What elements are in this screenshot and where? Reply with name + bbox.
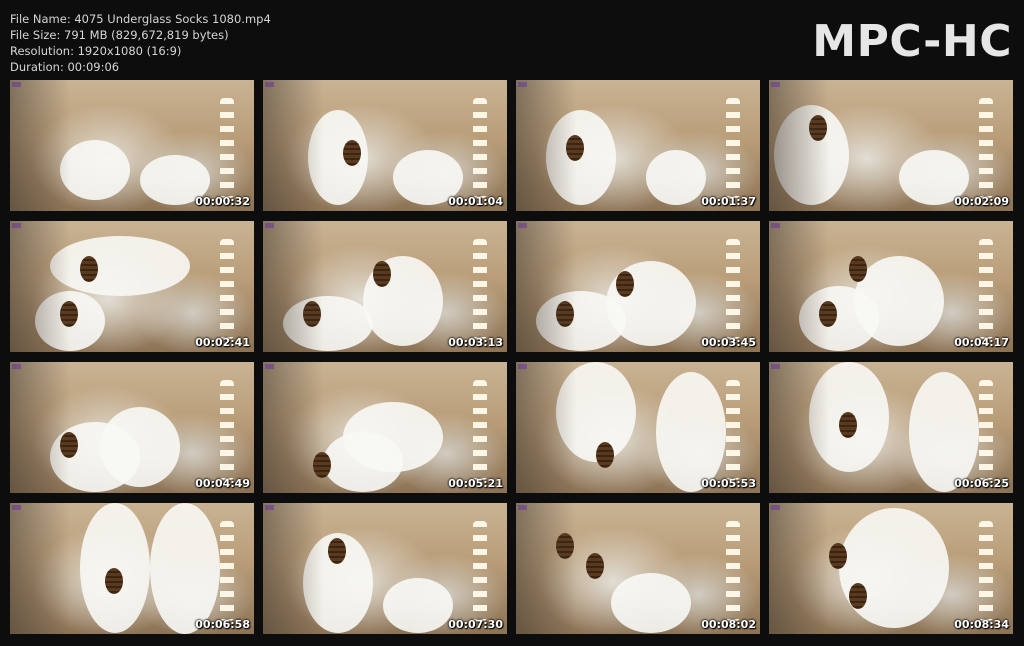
watermark-icon [518,364,527,369]
thumbnail: 00:01:04 [263,80,507,211]
timestamp: 00:02:09 [954,195,1009,208]
thumbnail: 00:04:49 [10,362,254,493]
app-logo: MPC-HC [812,16,1012,67]
watermark-icon [265,82,274,87]
timestamp: 00:01:37 [701,195,756,208]
timestamp: 00:08:02 [701,618,756,631]
thumbnail: 00:08:34 [769,503,1013,634]
duration: Duration: 00:09:06 [10,60,120,74]
file-info: File Name: 4075 Underglass Socks 1080.mp… [10,11,271,75]
timestamp: 00:05:21 [448,477,503,490]
timestamp: 00:06:58 [195,618,250,631]
watermark-icon [265,505,274,510]
timestamp: 00:03:13 [448,336,503,349]
timestamp: 00:07:30 [448,618,503,631]
watermark-icon [771,223,780,228]
watermark-icon [12,364,21,369]
thumbnail: 00:05:53 [516,362,760,493]
watermark-icon [518,223,527,228]
watermark-icon [771,505,780,510]
thumbnail: 00:00:32 [10,80,254,211]
file-size: File Size: 791 MB (829,672,819 bytes) [10,28,229,42]
thumbnail-grid: 00:00:32 00:01:04 00:01:37 00:02:09 00:0… [10,80,1013,634]
thumbnail: 00:02:09 [769,80,1013,211]
thumbnail: 00:07:30 [263,503,507,634]
thumbnail: 00:06:58 [10,503,254,634]
timestamp: 00:03:45 [701,336,756,349]
watermark-icon [12,223,21,228]
timestamp: 00:05:53 [701,477,756,490]
resolution: Resolution: 1920x1080 (16:9) [10,44,182,58]
timestamp: 00:04:49 [195,477,250,490]
watermark-icon [12,505,21,510]
timestamp: 00:08:34 [954,618,1009,631]
timestamp: 00:00:32 [195,195,250,208]
thumbnail: 00:02:41 [10,221,254,352]
timestamp: 00:06:25 [954,477,1009,490]
thumbnail: 00:04:17 [769,221,1013,352]
watermark-icon [771,364,780,369]
thumbnail: 00:01:37 [516,80,760,211]
thumbnail: 00:06:25 [769,362,1013,493]
thumbnail: 00:08:02 [516,503,760,634]
timestamp: 00:04:17 [954,336,1009,349]
watermark-icon [265,223,274,228]
thumbnail: 00:03:45 [516,221,760,352]
timestamp: 00:02:41 [195,336,250,349]
watermark-icon [771,82,780,87]
watermark-icon [518,505,527,510]
timestamp: 00:01:04 [448,195,503,208]
thumbnail: 00:03:13 [263,221,507,352]
watermark-icon [12,82,21,87]
watermark-icon [265,364,274,369]
watermark-icon [518,82,527,87]
file-name: File Name: 4075 Underglass Socks 1080.mp… [10,12,271,26]
thumbnail: 00:05:21 [263,362,507,493]
